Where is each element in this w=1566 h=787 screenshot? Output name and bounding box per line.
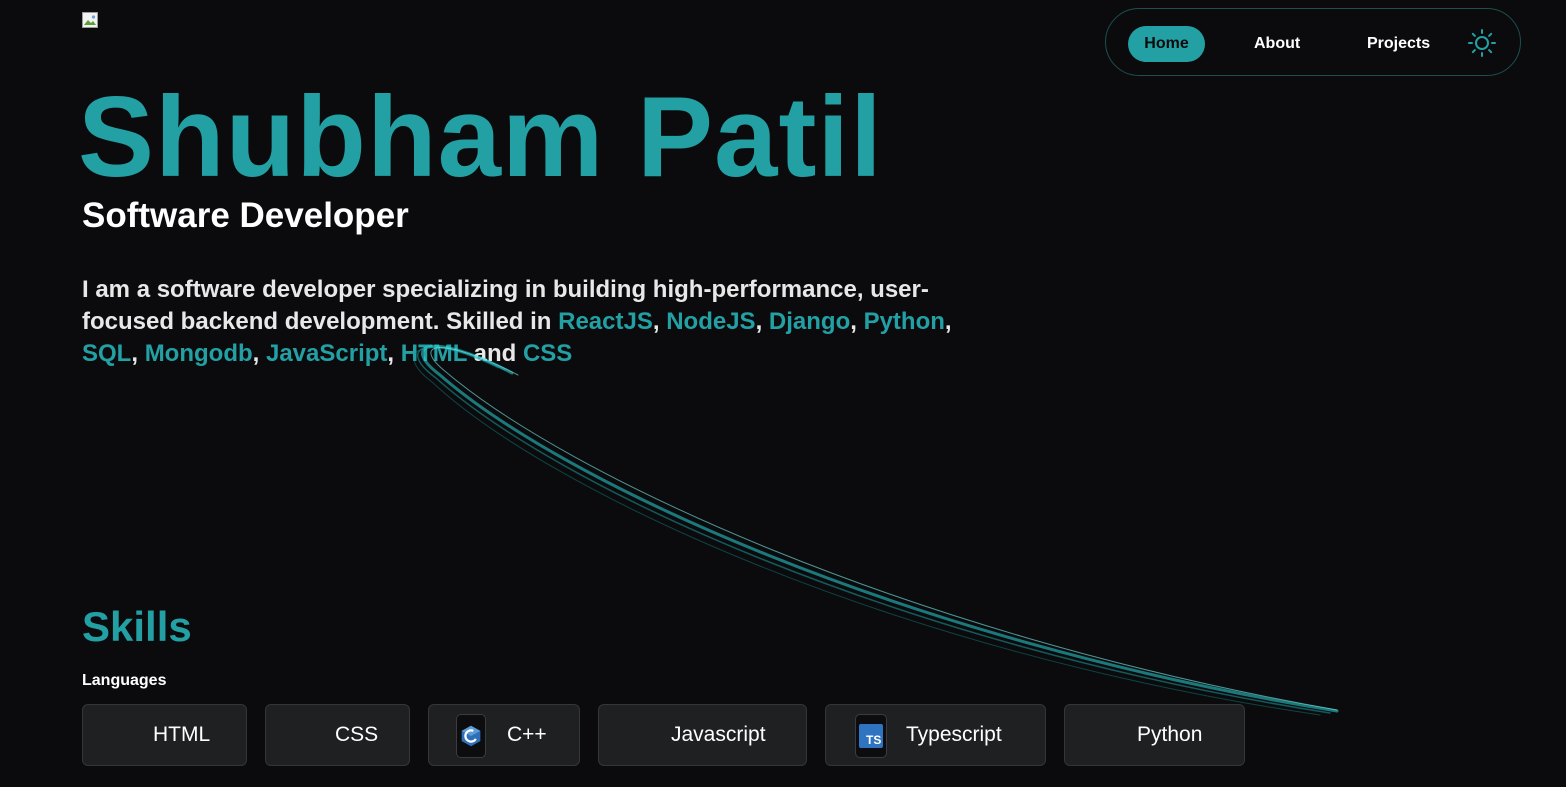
skill-link-css[interactable]: CSS [523, 340, 572, 367]
skill-chip-label: Typescript [906, 723, 1002, 746]
skill-link-javascript[interactable]: JavaScript [266, 340, 387, 367]
skill-link-sql[interactable]: SQL [82, 340, 131, 367]
bio-separator: , [387, 340, 401, 367]
bio-separator: , [652, 308, 667, 335]
skill-link-reactjs[interactable]: ReactJS [558, 308, 653, 335]
bio-and: and [466, 340, 523, 367]
skills-heading: Skills [82, 603, 192, 650]
skill-link-nodejs[interactable]: NodeJS [666, 308, 755, 335]
bio-separator: , [252, 340, 266, 367]
typescript-icon: TS [855, 714, 887, 758]
skill-link-mongodb[interactable]: Mongodb [145, 340, 253, 367]
skill-chip-cpp[interactable]: C++ [428, 704, 580, 766]
skill-chip-label: Javascript [671, 723, 766, 746]
languages-heading: Languages [82, 672, 167, 689]
hero-role: Software Developer [82, 196, 409, 235]
nav-about-link[interactable]: About [1254, 26, 1300, 62]
skill-link-html[interactable]: HTML [401, 340, 467, 367]
skill-chip-css[interactable]: CSS [265, 704, 410, 766]
sun-icon[interactable] [1467, 28, 1497, 58]
nav-home-link[interactable]: Home [1128, 26, 1205, 62]
bio-separator: , [944, 308, 952, 335]
skill-chip-javascript[interactable]: Javascript [598, 704, 807, 766]
skill-chip-label: Python [1137, 723, 1203, 746]
navbar: Home About Projects [1105, 8, 1521, 76]
broken-image-icon [82, 12, 98, 28]
bio-separator: , [755, 308, 769, 335]
skill-chip-label: HTML [153, 723, 211, 746]
bio-separator: , [850, 308, 864, 335]
skill-chip-python[interactable]: Python [1064, 704, 1245, 766]
cpp-icon [456, 714, 486, 758]
hero-name: Shubham Patil [78, 74, 883, 201]
skill-chip-html[interactable]: HTML [82, 704, 247, 766]
skill-chip-label: CSS [335, 723, 379, 746]
skill-link-django[interactable]: Django [769, 308, 850, 335]
skill-chip-typescript[interactable]: TS Typescript [825, 704, 1046, 766]
typescript-icon-text: TS [866, 733, 882, 747]
portfolio-page: Home About Projects Shubham Patil Softwa… [0, 0, 1566, 787]
skill-link-python[interactable]: Python [864, 308, 945, 335]
nav-projects-link[interactable]: Projects [1367, 26, 1430, 62]
bio-separator: , [131, 340, 145, 367]
hero-bio: I am a software developer specializing i… [82, 274, 982, 370]
skill-chip-label: C++ [507, 723, 547, 746]
